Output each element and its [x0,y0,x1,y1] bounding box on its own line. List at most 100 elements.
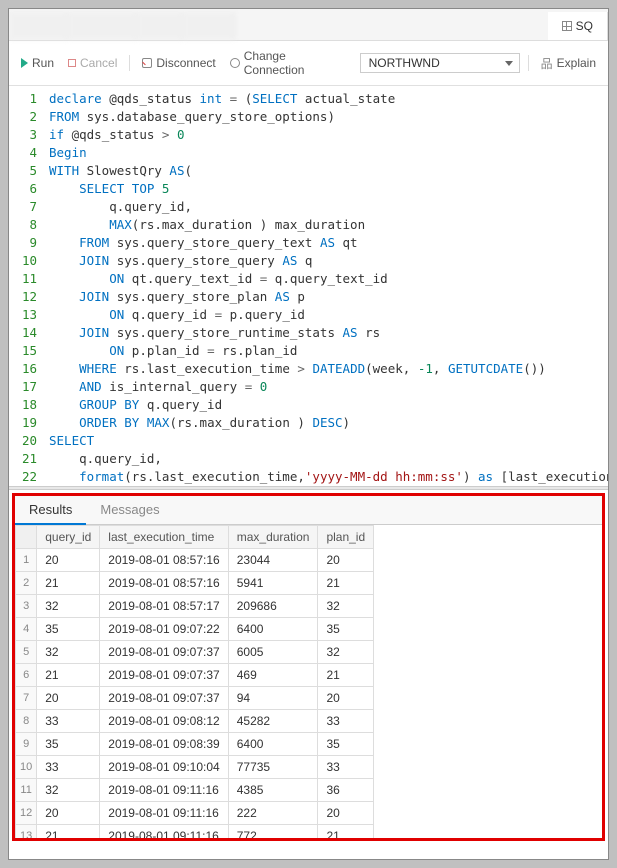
table-cell[interactable]: 23044 [228,549,318,572]
table-row[interactable]: 4352019-08-01 09:07:22640035 [16,618,374,641]
table-cell[interactable]: 209686 [228,595,318,618]
change-connection-button[interactable]: Change Connection [226,47,354,79]
table-row[interactable]: 9352019-08-01 09:08:39640035 [16,733,374,756]
code-line[interactable]: Begin [49,144,604,162]
table-cell[interactable]: 5941 [228,572,318,595]
table-cell[interactable]: 20 [318,802,374,825]
table-row[interactable]: 3322019-08-01 08:57:1720968632 [16,595,374,618]
table-cell[interactable]: 32 [318,641,374,664]
table-cell[interactable]: 77735 [228,756,318,779]
column-header[interactable]: plan_id [318,526,374,549]
document-tab-active[interactable]: SQ [548,12,608,40]
document-tab[interactable] [68,12,137,40]
table-cell[interactable]: 2019-08-01 09:11:16 [100,802,228,825]
table-cell[interactable]: 2019-08-01 08:57:17 [100,595,228,618]
table-cell[interactable]: 35 [37,733,100,756]
table-cell[interactable]: 21 [37,825,100,839]
table-cell[interactable]: 33 [318,710,374,733]
code-line[interactable]: ORDER BY MAX(rs.max_duration ) DESC) [49,414,604,432]
table-cell[interactable]: 2019-08-01 09:07:37 [100,687,228,710]
table-cell[interactable]: 33 [318,756,374,779]
table-cell[interactable]: 2019-08-01 08:57:16 [100,549,228,572]
table-cell[interactable]: 21 [318,572,374,595]
table-cell[interactable]: 6400 [228,618,318,641]
code-line[interactable]: WHERE rs.last_execution_time > DATEADD(w… [49,360,604,378]
code-line[interactable]: ON q.query_id = p.query_id [49,306,604,324]
results-grid[interactable]: query_idlast_execution_timemax_durationp… [15,525,602,838]
table-cell[interactable]: 35 [37,618,100,641]
table-cell[interactable]: 2019-08-01 09:08:39 [100,733,228,756]
code-line[interactable]: if @qds_status > 0 [49,126,604,144]
tab-results[interactable]: Results [15,496,86,525]
column-header[interactable]: last_execution_time [100,526,228,549]
table-row[interactable]: 2212019-08-01 08:57:16594121 [16,572,374,595]
connection-select[interactable]: NORTHWND [360,53,520,73]
run-button[interactable]: Run [17,54,58,72]
table-cell[interactable]: 2019-08-01 09:11:16 [100,825,228,839]
table-cell[interactable]: 2019-08-01 08:57:16 [100,572,228,595]
table-cell[interactable]: 20 [318,549,374,572]
table-cell[interactable]: 94 [228,687,318,710]
table-row[interactable]: 13212019-08-01 09:11:1677221 [16,825,374,839]
table-cell[interactable]: 32 [37,595,100,618]
table-row[interactable]: 10332019-08-01 09:10:047773533 [16,756,374,779]
code-line[interactable]: ON p.plan_id = rs.plan_id [49,342,604,360]
column-header[interactable]: max_duration [228,526,318,549]
table-row[interactable]: 8332019-08-01 09:08:124528233 [16,710,374,733]
code-line[interactable]: FROM sys.query_store_query_text AS qt [49,234,604,252]
table-cell[interactable]: 33 [37,756,100,779]
table-row[interactable]: 7202019-08-01 09:07:379420 [16,687,374,710]
table-row[interactable]: 6212019-08-01 09:07:3746921 [16,664,374,687]
table-cell[interactable]: 2019-08-01 09:07:37 [100,664,228,687]
table-cell[interactable]: 20 [37,802,100,825]
table-cell[interactable]: 6005 [228,641,318,664]
code-content[interactable]: declare @qds_status int = (SELECT actual… [45,86,608,486]
code-line[interactable]: GROUP BY q.query_id [49,396,604,414]
table-row[interactable]: 12202019-08-01 09:11:1622220 [16,802,374,825]
table-cell[interactable]: 222 [228,802,318,825]
code-line[interactable]: declare @qds_status int = (SELECT actual… [49,90,604,108]
table-cell[interactable]: 35 [318,733,374,756]
table-cell[interactable]: 21 [318,825,374,839]
table-row[interactable]: 5322019-08-01 09:07:37600532 [16,641,374,664]
code-line[interactable]: JOIN sys.query_store_runtime_stats AS rs [49,324,604,342]
table-row[interactable]: 11322019-08-01 09:11:16438536 [16,779,374,802]
pane-splitter[interactable] [9,486,608,490]
table-cell[interactable]: 21 [37,572,100,595]
code-line[interactable]: format(rs.last_execution_time,'yyyy-MM-d… [49,468,604,486]
table-cell[interactable]: 32 [37,779,100,802]
table-cell[interactable]: 35 [318,618,374,641]
table-row[interactable]: 1202019-08-01 08:57:162304420 [16,549,374,572]
table-cell[interactable]: 772 [228,825,318,839]
code-line[interactable]: AND is_internal_query = 0 [49,378,604,396]
table-cell[interactable]: 21 [37,664,100,687]
table-cell[interactable]: 36 [318,779,374,802]
column-header[interactable]: query_id [37,526,100,549]
code-editor[interactable]: 12345678910111213141516171819202122 decl… [9,86,608,486]
code-line[interactable]: MAX(rs.max_duration ) max_duration [49,216,604,234]
code-line[interactable]: SELECT TOP 5 [49,180,604,198]
table-cell[interactable]: 32 [37,641,100,664]
table-cell[interactable]: 2019-08-01 09:10:04 [100,756,228,779]
code-line[interactable]: JOIN sys.query_store_query AS q [49,252,604,270]
cancel-button[interactable]: Cancel [64,54,121,72]
table-cell[interactable]: 21 [318,664,374,687]
document-tab[interactable] [137,12,183,40]
table-cell[interactable]: 2019-08-01 09:07:22 [100,618,228,641]
table-cell[interactable]: 33 [37,710,100,733]
document-tab[interactable] [183,12,235,40]
disconnect-button[interactable]: Disconnect [138,54,219,72]
explain-button[interactable]: 品 Explain [537,53,600,74]
tab-messages[interactable]: Messages [86,496,173,524]
table-cell[interactable]: 4385 [228,779,318,802]
table-cell[interactable]: 469 [228,664,318,687]
code-line[interactable]: FROM sys.database_query_store_options) [49,108,604,126]
table-cell[interactable]: 45282 [228,710,318,733]
document-tab[interactable] [9,12,68,40]
code-line[interactable]: q.query_id, [49,450,604,468]
table-cell[interactable]: 20 [37,549,100,572]
table-cell[interactable]: 2019-08-01 09:08:12 [100,710,228,733]
code-line[interactable]: JOIN sys.query_store_plan AS p [49,288,604,306]
table-cell[interactable]: 2019-08-01 09:11:16 [100,779,228,802]
table-cell[interactable]: 20 [37,687,100,710]
